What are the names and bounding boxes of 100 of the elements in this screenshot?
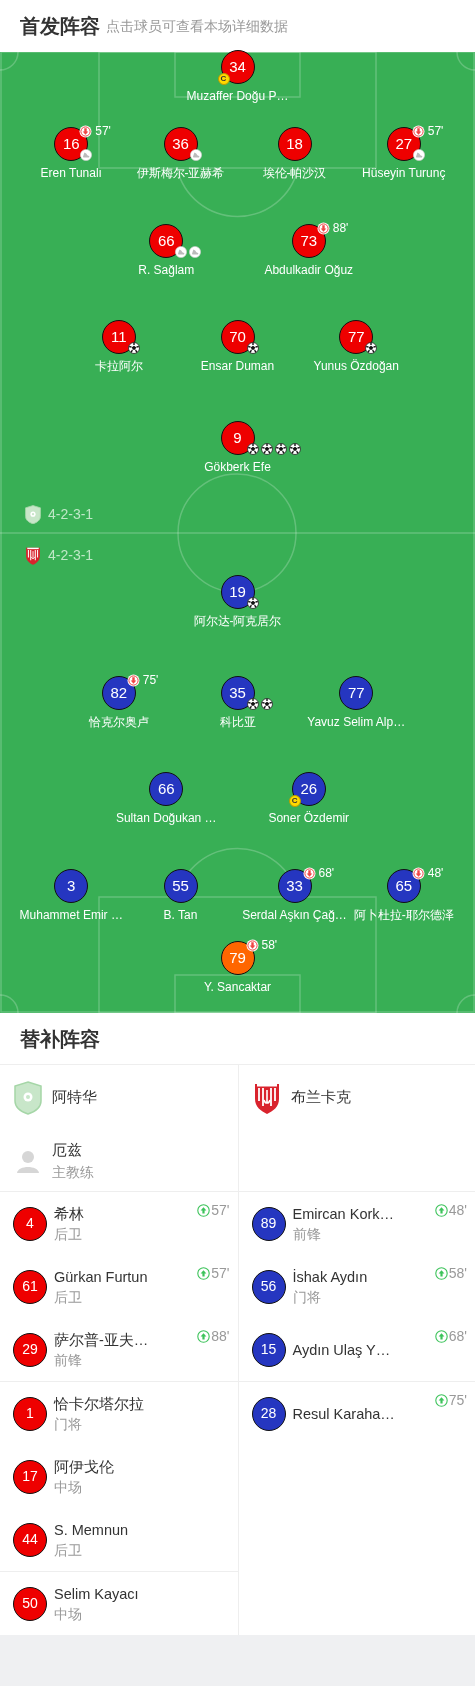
- player-position: 门将: [54, 1414, 83, 1434]
- player-name[interactable]: Ensar Duman: [200, 359, 275, 373]
- player-position: 后卫: [54, 1540, 83, 1560]
- player-marker[interactable]: 11: [101, 320, 136, 354]
- player-name[interactable]: Muhammet Emir …: [19, 908, 123, 922]
- player-name[interactable]: 埃伦-帕沙汉: [262, 166, 327, 180]
- player-number: 17: [13, 1459, 47, 1494]
- player-marker[interactable]: 66: [149, 772, 184, 806]
- substitute-row[interactable]: 1 恰卡尔塔尔拉 门将: [0, 1382, 238, 1445]
- player-name: 萨尔普-亚夫…: [54, 1330, 150, 1350]
- player-name[interactable]: Y. Sancaktar: [203, 980, 272, 994]
- substitution-in-icon: [434, 1203, 448, 1217]
- substitute-row[interactable]: 56 İshak Aydın 门将 58': [238, 1255, 475, 1318]
- player-position: 前锋: [292, 1224, 322, 1244]
- player-name[interactable]: Sultan Doğukan …: [115, 811, 217, 825]
- player-name[interactable]: R. Sağlam: [138, 263, 195, 277]
- player-name[interactable]: Eren Tunalı: [40, 166, 102, 180]
- substitute-row[interactable]: 4 希林 后卫 57': [0, 1192, 238, 1255]
- player-name: 希林: [54, 1204, 85, 1224]
- player-number: 15: [251, 1332, 286, 1367]
- substitution-in-icon: [434, 1329, 448, 1343]
- substitute-row[interactable]: 29 萨尔普-亚夫… 前锋 88': [0, 1318, 238, 1381]
- player-name[interactable]: Abdulkadir Oğuz: [264, 263, 354, 277]
- player-position: 中场: [54, 1477, 83, 1497]
- sub-minute: 58': [261, 939, 278, 952]
- substitution-out-icon: [302, 867, 316, 880]
- player-name[interactable]: Soner Özdemir: [268, 811, 350, 825]
- player-number: 28: [251, 1396, 286, 1431]
- sub-minute: 88': [332, 222, 349, 235]
- player-marker[interactable]: 18: [277, 127, 312, 161]
- captain-badge: C: [288, 795, 301, 807]
- substitution-out-icon: [245, 939, 259, 952]
- substitute-row[interactable]: 50 Selim Kayacı 中场: [0, 1572, 238, 1635]
- player-name: 恰卡尔塔尔拉: [54, 1394, 145, 1414]
- substitute-row[interactable]: 44 S. Memnun 后卫: [0, 1508, 238, 1571]
- player-name: Emircan Kork…: [292, 1204, 396, 1224]
- player-marker[interactable]: 73: [291, 224, 326, 258]
- player-marker[interactable]: 3: [54, 869, 89, 903]
- substitute-row[interactable]: 89 Emircan Kork… 前锋 48': [238, 1192, 475, 1255]
- player-name[interactable]: 科比亚: [219, 715, 256, 729]
- substitution-in-icon: [197, 1203, 211, 1217]
- player-name: 阿伊戈伦: [54, 1457, 115, 1477]
- player-marker[interactable]: 55: [163, 869, 198, 903]
- player-name[interactable]: B. Tan: [163, 908, 198, 922]
- player-position: 后卫: [54, 1224, 83, 1244]
- substitute-row[interactable]: 15 Aydın Ulaş Y… 68': [238, 1318, 475, 1381]
- player-name: İshak Aydın: [292, 1267, 369, 1287]
- player-name[interactable]: 恰克尔奥卢: [88, 715, 149, 729]
- sub-minute: 58': [448, 1266, 467, 1280]
- substitute-row[interactable]: 28 Resul Karaha… 75': [238, 1382, 475, 1445]
- player-marker[interactable]: 9: [220, 421, 255, 455]
- player-name[interactable]: Serdal Aşkın Çağ…: [242, 908, 347, 922]
- player-number: 44: [13, 1522, 47, 1557]
- player-number: 50: [13, 1586, 47, 1621]
- player-number: 61: [13, 1269, 47, 1304]
- player-marker[interactable]: 70: [220, 320, 255, 354]
- formation-label: 4-2-3-1: [48, 546, 94, 565]
- substitution-out-icon: [411, 867, 425, 880]
- player-marker[interactable]: 79: [220, 941, 255, 975]
- sub-minute: 48': [427, 867, 444, 880]
- player-name[interactable]: Yunus Özdoğan: [313, 359, 399, 373]
- player-name[interactable]: Muzaffer Doğu P…: [186, 89, 289, 103]
- player-marker[interactable]: 65: [386, 869, 421, 903]
- coach-name: 厄兹: [52, 1139, 83, 1160]
- substitute-row[interactable]: 17 阿伊戈伦 中场: [0, 1445, 238, 1508]
- section-title: 替补阵容: [0, 1013, 475, 1065]
- player-name[interactable]: Hüseyin Turunç: [362, 166, 446, 180]
- captain-badge: C: [217, 73, 230, 85]
- player-marker[interactable]: 77: [339, 320, 374, 354]
- player-name: Resul Karaha…: [292, 1404, 396, 1424]
- player-name[interactable]: 卡拉阿尔: [94, 359, 143, 373]
- player-marker[interactable]: 77: [339, 676, 374, 710]
- section-title: 首发阵容: [20, 14, 100, 39]
- substitution-in-icon: [197, 1266, 211, 1280]
- substitution-in-icon: [197, 1329, 211, 1343]
- player-marker[interactable]: 82: [101, 676, 136, 710]
- player-name[interactable]: 伊斯梅尔-亚赫希: [136, 166, 225, 180]
- substitute-row[interactable]: 61 Gürkan Furtun 后卫 57': [0, 1255, 238, 1318]
- player-name[interactable]: 阿尔达-阿克居尔: [193, 614, 282, 628]
- player-marker[interactable]: 33: [277, 869, 312, 903]
- sub-minute: 57': [211, 1203, 230, 1217]
- sub-minute: 48': [448, 1203, 467, 1217]
- shield-icon: [25, 504, 41, 525]
- crest-icon: [25, 545, 41, 566]
- player-position: 后卫: [54, 1287, 83, 1307]
- player-marker[interactable]: 35: [220, 676, 255, 710]
- player-name[interactable]: Yavuz Selim Alp…: [307, 715, 406, 729]
- sub-minute: 88': [211, 1329, 230, 1343]
- section-hint: 点击球员可查看本场详细数据: [106, 16, 288, 36]
- player-name[interactable]: Gökberk Efe: [204, 460, 271, 474]
- player-marker[interactable]: 36: [163, 127, 198, 161]
- shield-icon: [14, 1080, 42, 1115]
- player-name: Gürkan Furtun: [54, 1267, 149, 1287]
- sub-minute: 57': [427, 125, 444, 138]
- player-name: Aydın Ulaş Y…: [292, 1340, 392, 1360]
- player-marker[interactable]: 66: [149, 224, 184, 258]
- player-name[interactable]: 阿卜杜拉-耶尔德泽: [353, 908, 454, 922]
- player-name: Selim Kayacı: [54, 1584, 140, 1604]
- player-name: S. Memnun: [54, 1520, 130, 1540]
- player-marker[interactable]: 19: [220, 575, 255, 609]
